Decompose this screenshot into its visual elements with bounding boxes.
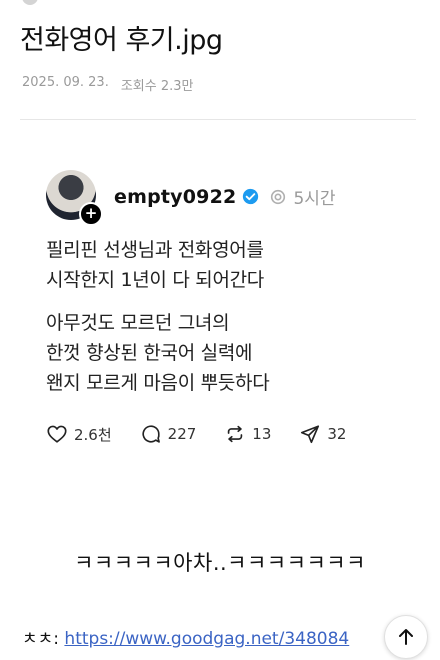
share-count: 32 <box>327 425 347 443</box>
page-title: 전화영어 후기.jpg <box>20 25 223 56</box>
heart-icon <box>47 425 67 443</box>
repost-icon <box>228 425 243 443</box>
scroll-to-top-button[interactable] <box>384 615 428 659</box>
verified-badge-icon <box>243 188 259 205</box>
like-count: 2.6천 <box>74 425 112 444</box>
comment-text: ㅋㅋㅋㅋㅋ아차..ㅋㅋㅋㅋㅋㅋㅋ <box>74 551 366 575</box>
repost-count: 13 <box>252 425 272 443</box>
share-button[interactable]: 32 <box>299 423 346 445</box>
view-count: 조회수 2.3만 <box>120 79 194 94</box>
thread-paragraph: 필리핀 선생님과 전화영어를 시작한지 1년이 다 되어간다 <box>46 239 264 291</box>
comment-bubble-icon <box>142 425 160 443</box>
username: empty0922 <box>114 185 237 208</box>
source-prefix: ㅊㅊ: <box>22 629 65 649</box>
thread-paragraph: 아무것도 모르던 그녀의 한껏 향상된 한국어 실력에 왠지 모르게 마음이 뿌… <box>46 312 270 394</box>
post-meta: 2025. 09. 23. 조회수 2.3만 <box>22 75 194 94</box>
plus-icon: + <box>79 202 103 226</box>
repost-button[interactable]: 13 <box>224 423 271 445</box>
send-icon <box>301 425 320 444</box>
divider <box>20 119 416 120</box>
post-time: 5시간 <box>293 189 336 209</box>
action-bar: 2.6천 227 13 32 <box>46 423 374 445</box>
post-date: 2025. 09. 23. <box>22 75 109 90</box>
comment-count: 227 <box>167 425 197 443</box>
source-line: ㅊㅊ: https://www.goodgag.net/348084 <box>22 624 349 649</box>
comment-button[interactable]: 227 <box>140 423 197 445</box>
user-icon <box>22 0 38 5</box>
thread-body: 필리핀 선생님과 전화영어를 시작한지 1년이 다 되어간다 아무것도 모르던 … <box>46 235 270 411</box>
thread-header: empty0922 5시간 <box>114 184 336 210</box>
like-button[interactable]: 2.6천 <box>46 423 112 445</box>
threads-icon <box>271 189 286 204</box>
arrow-up-icon <box>399 629 413 645</box>
header-fragment <box>22 0 38 6</box>
source-link[interactable]: https://www.goodgag.net/348084 <box>64 629 349 649</box>
